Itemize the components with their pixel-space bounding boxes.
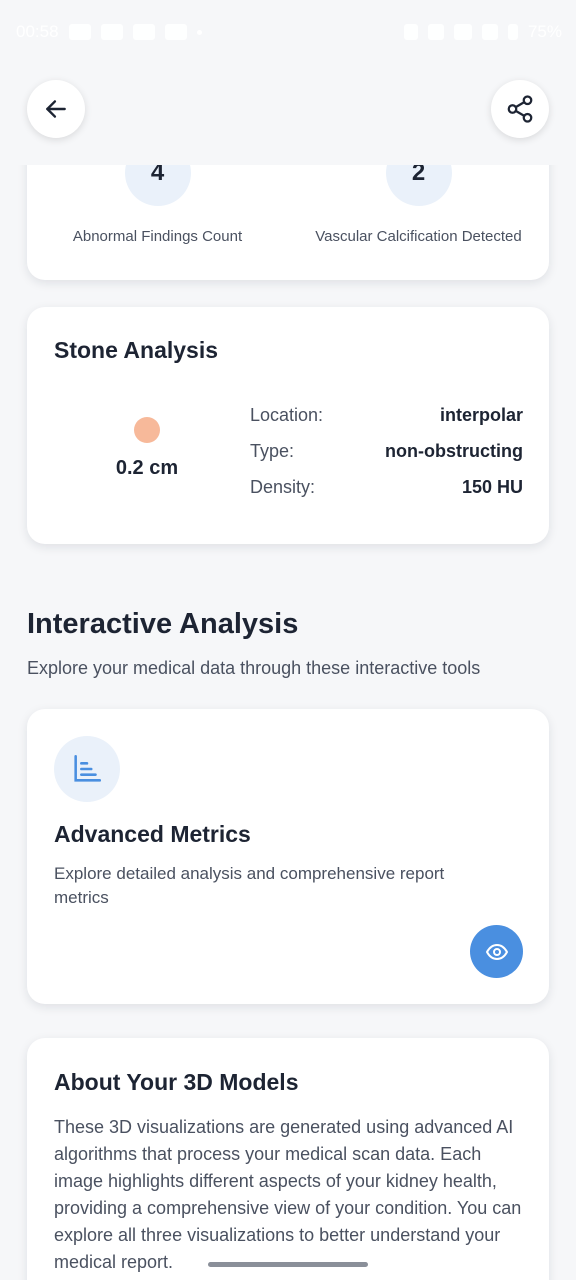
stone-row-density: Density: 150 HU	[250, 469, 523, 505]
eye-icon	[485, 943, 508, 960]
advanced-metrics-description: Explore detailed analysis and comprehens…	[54, 864, 445, 907]
stone-size: 0.2 cm	[115, 457, 179, 479]
interactive-analysis-subtitle: Explore your medical data through these …	[27, 658, 481, 678]
signal-icon	[481, 24, 498, 40]
stone-row-value: interpolar	[439, 404, 523, 425]
battery-icon	[507, 24, 518, 40]
finding-label: Abnormal Findings Count	[72, 228, 243, 245]
more-notifications-icon	[196, 29, 202, 35]
finding-label: Vascular Calcification Detected	[315, 228, 522, 245]
screen: 4 Abnormal Findings Count 2 Vascular Cal…	[0, 0, 576, 1280]
advanced-metrics-title: Advanced Metrics	[54, 821, 251, 847]
back-button[interactable]	[27, 80, 85, 138]
about-text: These 3D visualizations are generated us…	[54, 1117, 522, 1272]
about-title: About Your 3D Models	[54, 1069, 299, 1095]
bar-chart-icon	[54, 736, 120, 802]
share-icon	[507, 95, 533, 123]
status-right: 75%	[403, 22, 562, 42]
interactive-analysis-title: Interactive Analysis	[27, 608, 299, 640]
notification-icon	[68, 24, 91, 40]
bluetooth-icon	[403, 24, 418, 40]
stone-details: Location: interpolar Type: non-obstructi…	[250, 397, 523, 505]
status-time: 00:58	[16, 22, 59, 41]
stone-row-value: 150 HU	[461, 476, 523, 497]
stone-analysis-card: Stone Analysis 0.2 cm Location: interpol…	[27, 307, 549, 544]
stone-row-location: Location: interpolar	[250, 397, 523, 433]
battery-level: 75%	[527, 22, 562, 41]
notification-icon	[132, 24, 155, 40]
stone-row-key: Location:	[250, 404, 324, 425]
stone-row-value: non-obstructing	[385, 440, 523, 461]
wifi-icon	[453, 24, 472, 40]
arrow-left-icon	[46, 100, 66, 118]
notification-icon	[100, 24, 123, 40]
stone-row-key: Density:	[250, 476, 316, 497]
share-button[interactable]	[491, 80, 549, 138]
status-bar: 00:58 75%	[0, 0, 576, 64]
view-metrics-button[interactable]	[470, 925, 523, 978]
stone-analysis-title: Stone Analysis	[54, 337, 219, 363]
notification-icon	[164, 24, 187, 40]
advanced-metrics-card[interactable]: Advanced Metrics Explore detailed analys…	[27, 709, 549, 1004]
stone-indicator	[134, 417, 160, 443]
home-indicator[interactable]	[208, 1262, 368, 1267]
stone-row-type: Type: non-obstructing	[250, 433, 523, 469]
stone-row-key: Type:	[250, 440, 295, 461]
status-left: 00:58	[16, 22, 202, 42]
about-3d-models-card: About Your 3D Models These 3D visualizat…	[27, 1038, 549, 1280]
call-icon	[427, 24, 444, 40]
